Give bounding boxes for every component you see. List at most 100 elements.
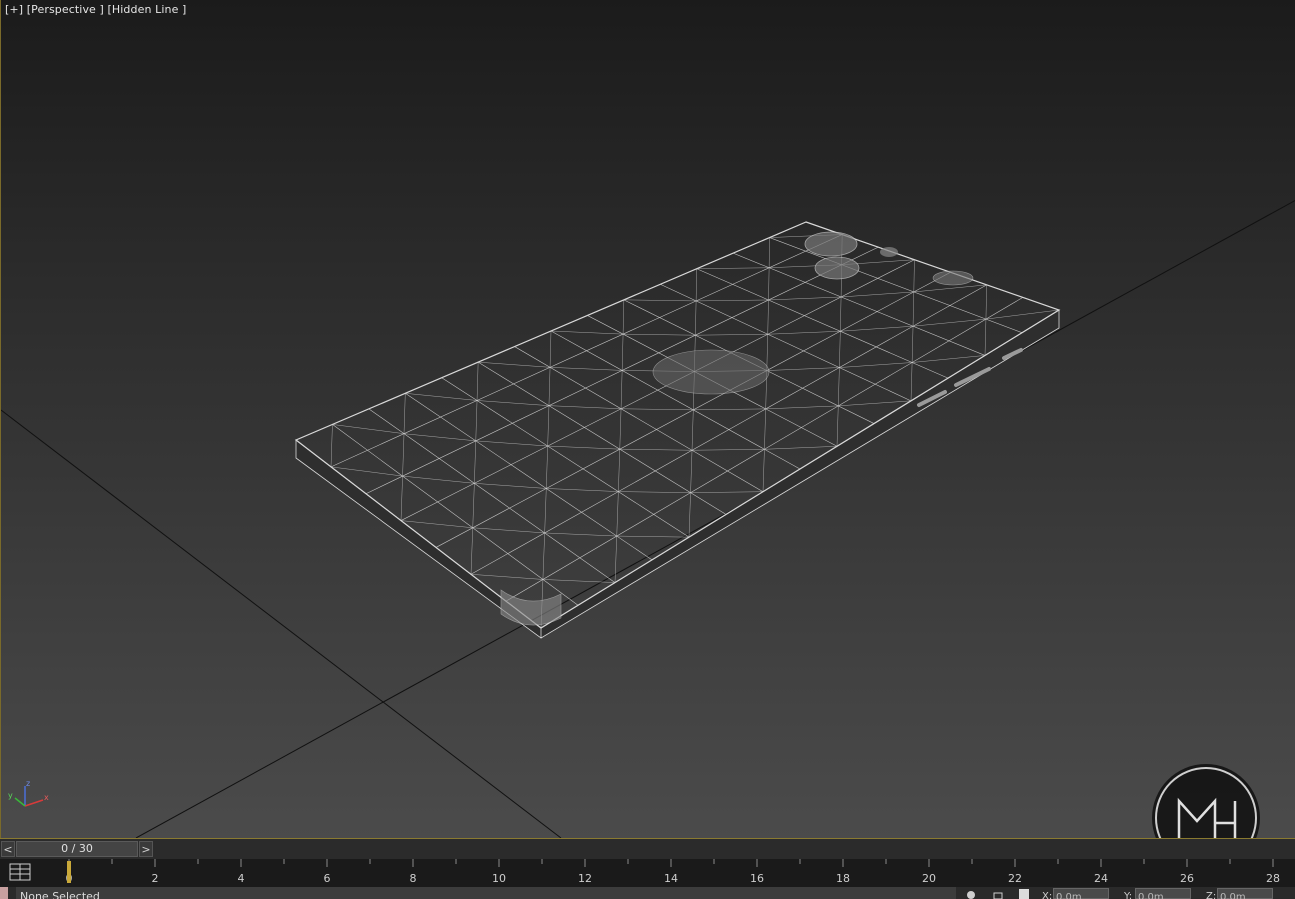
- frame-tick-label: 22: [1008, 872, 1022, 885]
- mesh-edge: [838, 400, 912, 407]
- mesh-edge: [549, 330, 552, 368]
- grid-axis-line: [1, 409, 562, 838]
- frame-tick-label: 16: [750, 872, 764, 885]
- lock-selection-icon[interactable]: [993, 889, 1003, 899]
- grid-axis-line: [135, 199, 1295, 838]
- mesh-edge: [836, 405, 839, 447]
- mesh-edge: [550, 367, 623, 371]
- mesh-edge: [542, 532, 545, 580]
- mesh-edge: [544, 488, 547, 533]
- mesh-edge: [984, 319, 987, 356]
- y-coordinate-field[interactable]: 0.0m: [1135, 888, 1191, 899]
- frame-tick-label: 20: [922, 872, 936, 885]
- mesh-edge: [330, 424, 333, 467]
- frame-tick-label: 2: [152, 872, 159, 885]
- mesh-edge: [614, 536, 618, 583]
- mesh-edge: [540, 309, 1060, 629]
- mesh-edge: [616, 491, 619, 537]
- viewport-menu-button[interactable]: [+]: [5, 3, 23, 16]
- mesh-edge: [475, 440, 548, 447]
- mesh-edge: [839, 331, 841, 368]
- mesh-edge: [766, 334, 768, 371]
- camera-lens: [814, 256, 860, 280]
- mesh-edge: [622, 299, 625, 335]
- mesh-edge: [477, 400, 549, 406]
- mesh-edge: [767, 299, 769, 335]
- viewport-view-label[interactable]: [Perspective ]: [27, 3, 104, 16]
- z-coordinate-label: Z:: [1206, 891, 1217, 899]
- mesh-edge: [690, 450, 693, 493]
- mesh-edge: [402, 475, 475, 484]
- mesh-edge: [546, 446, 548, 489]
- mesh-edge: [912, 291, 915, 327]
- axis-z-label: z: [26, 779, 30, 788]
- mesh-edge: [910, 362, 913, 401]
- next-frame-button[interactable]: >: [139, 841, 153, 857]
- x-coordinate-field[interactable]: 0.0m: [1053, 888, 1109, 899]
- mesh-edge: [695, 300, 697, 336]
- frame-tick-label: 14: [664, 872, 678, 885]
- mesh-edge: [985, 284, 987, 320]
- prev-frame-button[interactable]: <: [1, 841, 15, 857]
- frame-tick-label: 26: [1180, 872, 1194, 885]
- mesh-edge: [838, 367, 840, 406]
- maxscript-listener-mark[interactable]: [0, 887, 8, 899]
- mesh-edge: [550, 330, 801, 470]
- mesh-edge: [330, 234, 843, 468]
- x-coordinate-label: X:: [1042, 891, 1053, 899]
- mesh-edge: [472, 483, 475, 528]
- viewport-scene[interactable]: [1, 0, 1295, 838]
- mesh-edge: [766, 367, 840, 371]
- mesh-edge: [619, 448, 693, 451]
- mesh-edge: [470, 527, 474, 575]
- mesh-edge: [695, 333, 768, 336]
- mesh-edge: [767, 330, 841, 335]
- mesh-edge: [696, 299, 769, 302]
- mesh-edge: [696, 267, 770, 269]
- mesh-edge: [400, 520, 473, 529]
- logo-mesh-cluster: [652, 349, 770, 395]
- perspective-viewport[interactable]: [+] [Perspective ] [Hidden Line ] z x y: [0, 0, 1295, 838]
- frame-tick-label: 18: [836, 872, 850, 885]
- mesh-edge: [368, 408, 616, 583]
- frame-tick-label: 8: [410, 872, 417, 885]
- curve-editor-icon[interactable]: [4, 861, 40, 883]
- mesh-edge: [441, 377, 690, 538]
- mesh-edge: [619, 408, 622, 450]
- frame-tick-label: 10: [492, 872, 506, 885]
- trackbar[interactable]: 0246810121416182022242628: [0, 859, 1295, 887]
- time-slider[interactable]: 0 / 30: [16, 841, 138, 857]
- mesh-edge: [839, 362, 913, 368]
- mesh-edge: [764, 446, 838, 450]
- mesh-edge: [621, 334, 624, 371]
- mesh-edge: [472, 527, 545, 534]
- y-coordinate-label: Y:: [1124, 891, 1133, 899]
- frame-ruler[interactable]: 0246810121416182022242628: [48, 859, 1295, 887]
- frame-tick-label: 4: [238, 872, 245, 885]
- frame-tick-label: 6: [324, 872, 331, 885]
- axis-tripod-icon: z x y: [8, 779, 49, 807]
- z-coordinate-field[interactable]: 0.0m: [1217, 888, 1273, 899]
- viewport-shading-label[interactable]: [Hidden Line ]: [108, 3, 187, 16]
- mesh-edge: [623, 299, 697, 302]
- mesh-edge: [762, 449, 765, 492]
- mesh-edge: [692, 449, 765, 451]
- mesh-edge: [618, 491, 691, 493]
- axis-x-label: x: [44, 793, 49, 802]
- mesh-edge: [547, 445, 620, 450]
- mesh-edge: [470, 574, 543, 580]
- mh-watermark-logo: [1152, 764, 1260, 838]
- absolute-mode-icon[interactable]: [1019, 889, 1029, 899]
- mesh-edge: [474, 440, 477, 484]
- mesh-edge: [332, 424, 579, 606]
- mesh-edge: [400, 476, 403, 521]
- mesh-edge: [913, 259, 915, 292]
- current-frame-marker[interactable]: [67, 861, 71, 883]
- mesh-edge: [403, 433, 476, 442]
- camera-lens: [804, 231, 858, 257]
- frame-tick-label: 12: [578, 872, 592, 885]
- axis-y-label: y: [8, 791, 13, 800]
- mesh-edge: [693, 408, 766, 411]
- mesh-edge: [475, 400, 478, 441]
- isolate-icon[interactable]: [966, 889, 976, 899]
